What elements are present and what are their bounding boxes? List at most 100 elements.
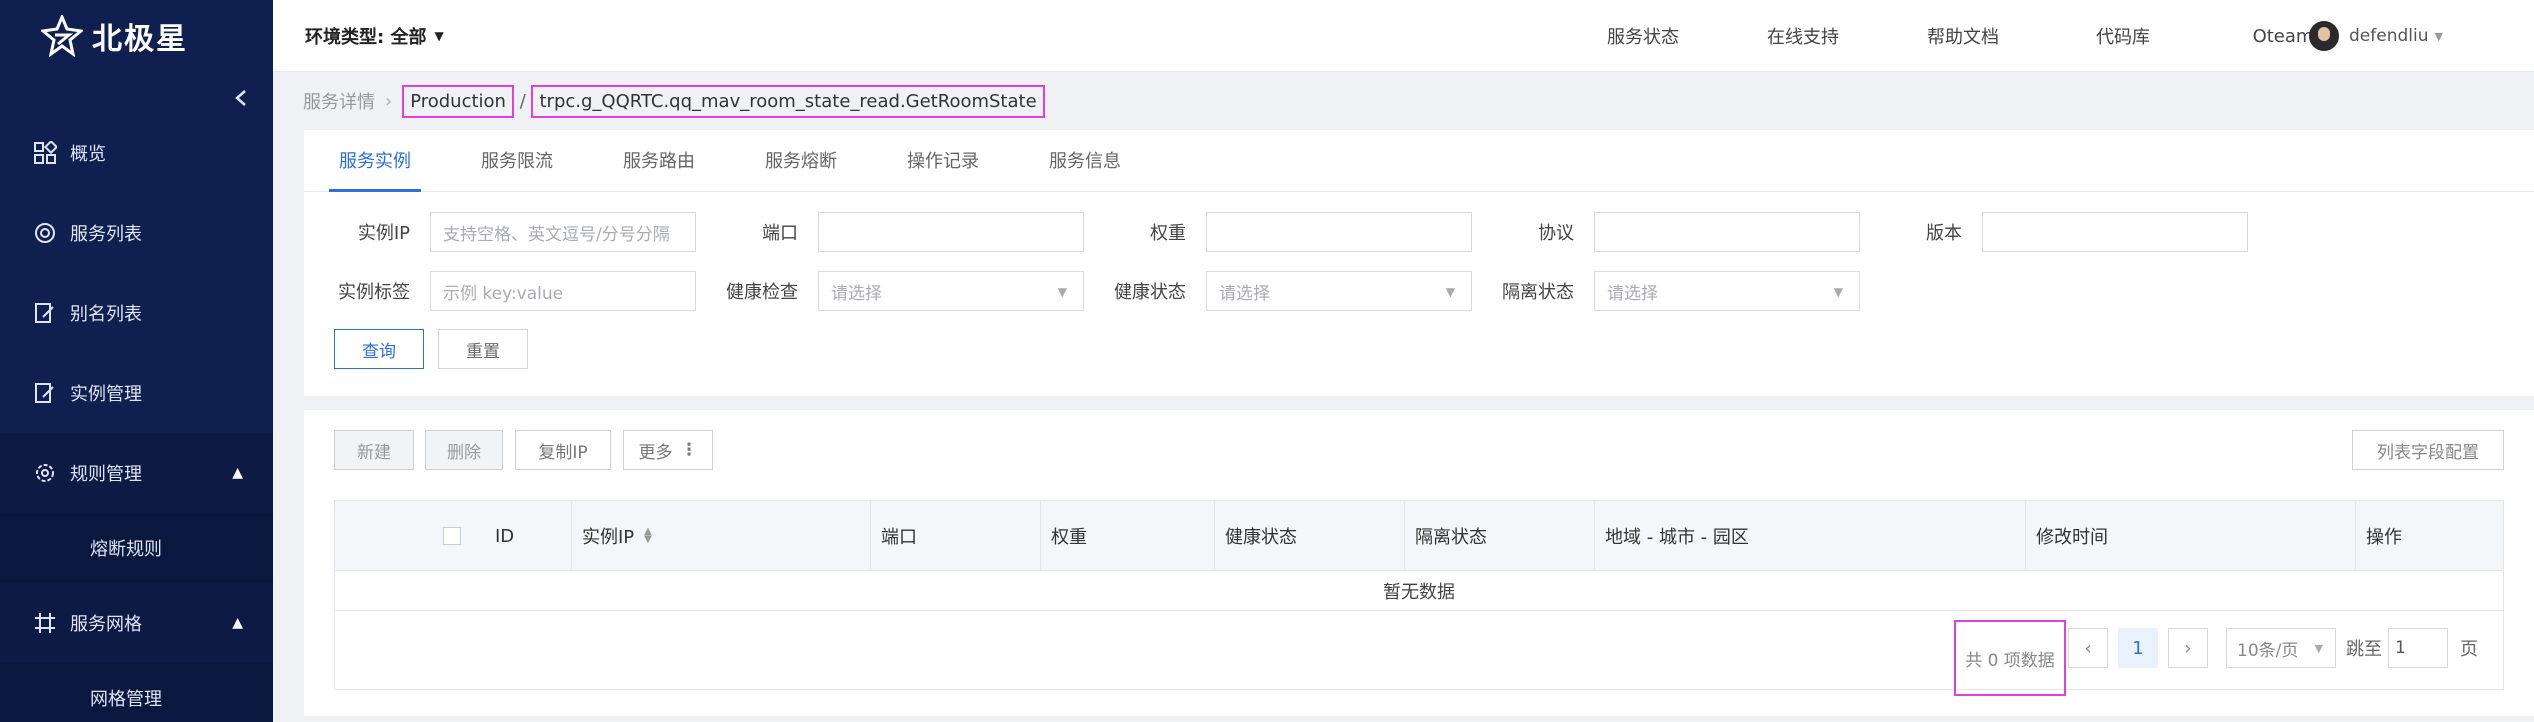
port-label: 端口	[762, 223, 798, 244]
collapse-sidebar-button[interactable]	[229, 86, 253, 110]
caret-down-icon: ▼	[1833, 285, 1843, 299]
column-instance-ip[interactable]: 实例IP ▲ ▼	[571, 501, 870, 571]
edit-doc-icon	[30, 378, 60, 408]
tab-routing[interactable]: 服务路由	[623, 129, 695, 191]
jump-page-input[interactable]: 1	[2388, 628, 2448, 668]
jump-suffix: 页	[2460, 639, 2478, 660]
protocol-input[interactable]	[1594, 212, 1860, 252]
tab-operation-log[interactable]: 操作记录	[907, 129, 979, 191]
column-region: 地域 - 城市 - 园区	[1594, 501, 2025, 571]
more-button[interactable]: 更多 ⋮	[623, 430, 713, 470]
select-all-checkbox[interactable]	[443, 527, 461, 545]
caret-down-icon: ▼	[2314, 641, 2323, 655]
instance-ip-input[interactable]: 支持空格、英文逗号/分号分隔	[430, 212, 696, 252]
tab-rate-limit[interactable]: 服务限流	[481, 129, 553, 191]
breadcrumb-service-name: trpc.g_QQRTC.qq_mav_room_state_read.GetR…	[531, 84, 1045, 118]
column-instance-ip-label: 实例IP	[582, 527, 635, 548]
version-input[interactable]	[1982, 212, 2248, 252]
logo-text: 北极星	[92, 22, 188, 57]
filter-row-2: 实例标签 示例 key:value 健康检查 请选择 ▼ 健康状态 请选择 ▼ 隔离…	[334, 271, 1860, 311]
breadcrumb-namespace: Production	[402, 84, 514, 118]
health-status-label: 健康状态	[1114, 282, 1186, 303]
instance-tag-placeholder: 示例 key:value	[443, 283, 564, 304]
tab-circuit-breaker[interactable]: 服务熔断	[765, 129, 837, 191]
column-actions: 操作	[2355, 501, 2503, 571]
tab-service-info[interactable]: 服务信息	[1049, 129, 1121, 191]
page-size-select[interactable]: 10条/页 ▼	[2226, 628, 2336, 668]
weight-input[interactable]	[1206, 212, 1472, 252]
nav-service-status[interactable]: 服务状态	[1563, 23, 1723, 49]
sidebar-item-label: 规则管理	[70, 464, 142, 485]
instance-ip-placeholder: 支持空格、英文逗号/分号分隔	[443, 224, 670, 245]
copy-ip-button[interactable]: 复制IP	[515, 430, 611, 470]
nav-online-support[interactable]: 在线支持	[1723, 23, 1883, 49]
gear-icon	[30, 458, 60, 488]
sidebar-item-instance-manage[interactable]: 实例管理	[0, 353, 273, 433]
breadcrumb-root[interactable]: 服务详情	[303, 88, 375, 114]
health-status-select[interactable]: 请选择 ▼	[1206, 271, 1472, 311]
nav-help-docs[interactable]: 帮助文档	[1883, 23, 2043, 49]
query-button[interactable]: 查询	[334, 329, 424, 369]
health-check-select[interactable]: 请选择 ▼	[818, 271, 1084, 311]
caret-up-icon: ▲	[232, 615, 243, 631]
sidebar-item-alias-list[interactable]: 别名列表	[0, 273, 273, 353]
edit-doc-icon	[30, 298, 60, 328]
topbar: 环境类型: 全部 ▼ 服务状态 在线支持 帮助文档 代码库 Oteam defe…	[273, 0, 2534, 72]
sidebar-item-overview[interactable]: 概览	[0, 113, 273, 193]
env-type-dropdown[interactable]: 环境类型: 全部 ▼	[305, 23, 444, 49]
page-1-button[interactable]: 1	[2118, 628, 2158, 668]
chevron-right-icon: ›	[385, 90, 393, 112]
sort-icon[interactable]: ▲ ▼	[644, 527, 652, 545]
port-input[interactable]	[818, 212, 1084, 252]
sidebar-item-label: 网格管理	[90, 689, 162, 710]
sidebar-subitem-mesh-manage[interactable]: 网格管理	[0, 663, 273, 722]
column-health-status: 健康状态	[1214, 501, 1404, 571]
column-weight: 权重	[1040, 501, 1214, 571]
column-modified-time: 修改时间	[2025, 501, 2355, 571]
top-nav: 服务状态 在线支持 帮助文档 代码库 Oteam	[1563, 0, 2363, 72]
sidebar-item-label: 别名列表	[70, 304, 142, 325]
delete-button[interactable]: 删除	[425, 430, 503, 470]
caret-down-icon: ▼	[1445, 285, 1455, 299]
filter-row-1: 实例IP 支持空格、英文逗号/分号分隔 端口 权重 协议 版本	[334, 212, 2248, 252]
service-icon	[30, 218, 60, 248]
sidebar-menu: 概览 服务列表 别名列表 实例管理 规则管理 ▲ 熔断规则 服务网格 ▲ 网格管…	[0, 113, 273, 722]
isolate-status-placeholder: 请选择	[1607, 283, 1658, 304]
version-label: 版本	[1926, 223, 1962, 244]
env-type-label: 环境类型: 全部	[305, 26, 427, 48]
new-button[interactable]: 新建	[334, 430, 414, 470]
table-empty-row: 暂无数据	[335, 571, 2503, 611]
isolate-status-label: 隔离状态	[1502, 282, 1574, 303]
column-config-button[interactable]: 列表字段配置	[2352, 430, 2504, 470]
sidebar-subitem-circuit-breaker-rules[interactable]: 熔断规则	[0, 513, 273, 583]
more-dots-icon: ⋮	[680, 440, 698, 460]
caret-down-icon: ▼	[1057, 285, 1067, 299]
sidebar-item-label: 服务列表	[70, 224, 142, 245]
sidebar-item-rule-manage[interactable]: 规则管理 ▲	[0, 433, 273, 513]
prev-page-button[interactable]: ‹	[2068, 628, 2108, 668]
isolate-status-select[interactable]: 请选择 ▼	[1594, 271, 1860, 311]
chevron-left-icon	[235, 90, 246, 106]
instance-tag-input[interactable]: 示例 key:value	[430, 271, 696, 311]
column-port: 端口	[870, 501, 1040, 571]
sidebar-item-label: 熔断规则	[90, 539, 162, 560]
column-id: ID	[495, 525, 515, 547]
filter-panel: 服务实例 服务限流 服务路由 服务熔断 操作记录 服务信息 实例IP 支持空格、…	[304, 130, 2534, 396]
sidebar-item-label: 概览	[70, 144, 106, 165]
tab-service-instances[interactable]: 服务实例	[329, 129, 421, 192]
sidebar-item-service-list[interactable]: 服务列表	[0, 193, 273, 273]
user-menu[interactable]: defendliu ▼	[2309, 0, 2443, 72]
sidebar-item-service-mesh[interactable]: 服务网格 ▲	[0, 583, 273, 663]
grid-icon	[30, 138, 60, 168]
logo[interactable]: 北极星	[0, 0, 273, 72]
next-page-button[interactable]: ›	[2168, 628, 2208, 668]
more-label: 更多	[638, 442, 673, 463]
health-check-label: 健康检查	[726, 282, 798, 303]
health-check-placeholder: 请选择	[831, 283, 882, 304]
nav-code-repo[interactable]: 代码库	[2043, 23, 2203, 49]
breadcrumb: 服务详情 › Production / trpc.g_QQRTC.qq_mav_…	[303, 84, 1045, 118]
reset-button[interactable]: 重置	[438, 329, 528, 369]
page-size-value: 10条/页	[2237, 640, 2299, 661]
table-header: ID 实例IP ▲ ▼ 端口 权重 健康状态 隔离状态 地域 - 城市 - 园区 …	[335, 501, 2503, 571]
caret-down-icon: ▼	[434, 28, 444, 43]
